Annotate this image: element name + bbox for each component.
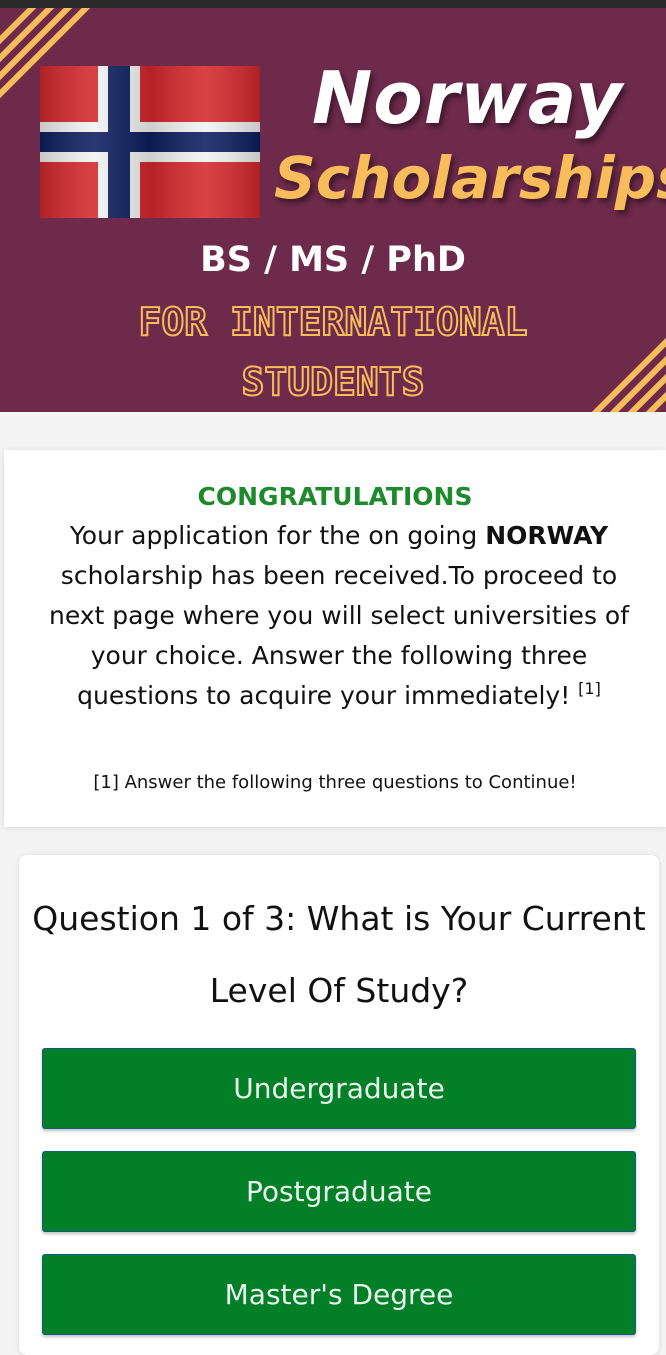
option-undergraduate-button[interactable]: Undergraduate [42, 1048, 636, 1129]
congratulations-card: CONGRATULATIONS Your application for the… [4, 450, 666, 827]
message-text-end: scholarship has been received.To proceed… [48, 561, 630, 710]
option-postgraduate-button[interactable]: Postgraduate [42, 1151, 636, 1232]
status-bar [0, 0, 666, 8]
option-masters-degree-button[interactable]: Master's Degree [42, 1254, 636, 1335]
application-message: Your application for the on going NORWAY… [34, 516, 644, 716]
message-text-start: Your application for the on going [69, 521, 486, 550]
footnote-text: [1] Answer the following three questions… [93, 772, 577, 793]
question-card: Question 1 of 3: What is Your Current Le… [19, 855, 659, 1355]
congratulations-heading: CONGRATULATIONS [197, 482, 473, 511]
norway-flag-icon [40, 66, 260, 218]
footnote-ref[interactable]: [1] [578, 679, 601, 698]
question-text: Question 1 of 3: What is Your Current Le… [32, 899, 646, 1010]
hero-banner: Norway Scholarships BS / MS / PhD FOR IN… [0, 8, 666, 412]
banner-subtitle-line2: STUDENTS [240, 359, 425, 405]
banner-degrees: BS / MS / PhD [200, 240, 466, 280]
message-bold-country: NORWAY [485, 521, 609, 550]
banner-subtitle-line1: FOR INTERNATIONAL [138, 299, 529, 345]
banner-title-norway: Norway [312, 56, 624, 140]
banner-title-scholarships: Scholarships [274, 144, 666, 212]
